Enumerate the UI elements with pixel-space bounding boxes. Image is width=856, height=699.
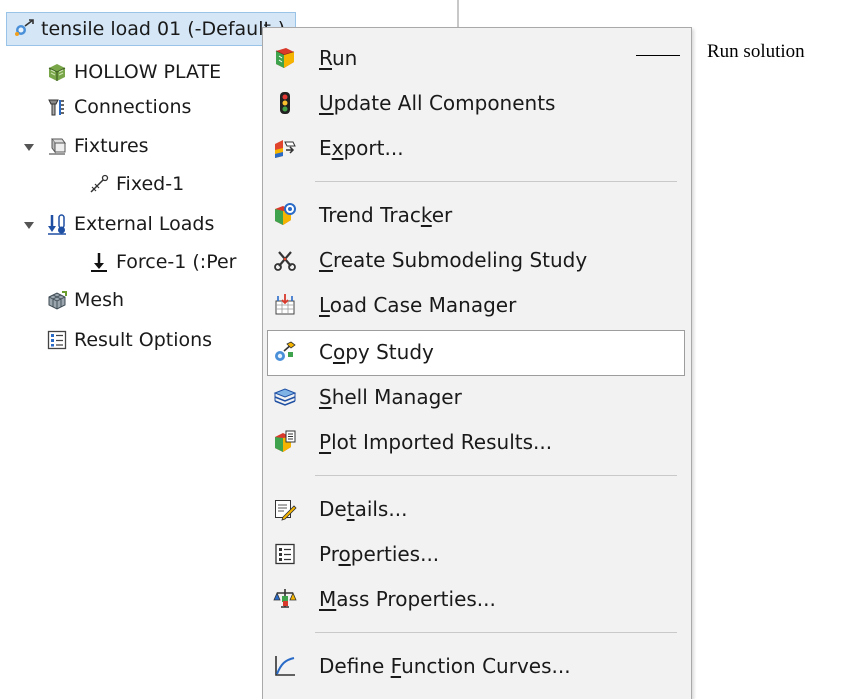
plot-imported-icon — [275, 430, 296, 452]
tree-item-connections[interactable]: Connections — [46, 90, 191, 124]
tree-item-label: tensile load 01 (-Default-) — [41, 18, 286, 40]
menu-item-load-case-manager[interactable]: Load Case Manager — [267, 283, 685, 327]
tree-item-external-loads[interactable]: External Loads — [46, 207, 214, 241]
menu-separator — [315, 475, 677, 476]
copy-study-icon — [275, 341, 296, 361]
menu-item-mass-properties[interactable]: Mass Properties... — [267, 577, 685, 621]
menu-item-label: Load Case Manager — [319, 293, 517, 317]
menu-item-label: Shell Manager — [319, 385, 462, 409]
shell-manager-icon — [273, 388, 297, 406]
menu-item-create-submodeling-study[interactable]: Create Submodeling Study — [267, 238, 685, 282]
callout-line — [636, 55, 680, 56]
menu-item-copy-study[interactable]: Copy Study — [267, 330, 685, 376]
study-icon — [15, 19, 34, 36]
part-icon — [48, 64, 66, 81]
expand-arrow-icon[interactable] — [24, 222, 34, 229]
tree-item-label: Force-1 (:Per — [116, 251, 237, 273]
tree-item-label: External Loads — [74, 213, 215, 235]
menu-item-label: Copy Study — [319, 340, 434, 364]
menu-item-label: Create Submodeling Study — [319, 248, 588, 272]
details-icon — [275, 500, 297, 521]
properties-icon — [275, 543, 295, 565]
traffic-light-icon — [280, 92, 290, 114]
menu-item-label: Update All Components — [319, 91, 556, 115]
tree-item-label: Mesh — [74, 289, 125, 311]
menu-item-export[interactable]: Export... — [267, 126, 685, 170]
tree-item-mesh[interactable]: Mesh — [46, 283, 124, 317]
force-icon — [91, 253, 107, 272]
function-curve-icon — [275, 656, 295, 676]
menu-item-shell-manager[interactable]: Shell Manager — [267, 375, 685, 419]
mass-properties-icon — [273, 589, 297, 608]
expand-arrow-icon[interactable] — [24, 144, 34, 151]
menu-item-details[interactable]: Details... — [267, 487, 685, 531]
tree-item-fixed-1[interactable]: Fixed-1 — [88, 167, 184, 201]
menu-item-label: Details... — [319, 497, 408, 521]
fixed-geometry-icon — [90, 174, 109, 193]
tree-item-part[interactable]: HOLLOW PLATE — [46, 55, 221, 89]
callout-label: Run solution — [707, 41, 805, 62]
menu-item-properties[interactable]: Properties... — [267, 532, 685, 576]
context-menu: Run Update All Components Export... Tren… — [262, 27, 692, 699]
tree-item-force-1[interactable]: Force-1 (:Per — [88, 245, 237, 279]
tree-item-result-options[interactable]: Result Options — [46, 323, 212, 357]
menu-item-label: Trend Tracker — [319, 203, 453, 227]
trend-tracker-icon — [275, 203, 296, 225]
tree-item-label: Connections — [74, 96, 192, 118]
menu-item-run[interactable]: Run — [267, 36, 685, 80]
result-options-icon — [47, 330, 67, 350]
connections-icon — [48, 99, 64, 116]
menu-item-plot-imported-results[interactable]: Plot Imported Results... — [267, 420, 685, 464]
tree-item-label: Result Options — [74, 329, 213, 351]
tree-item-label: HOLLOW PLATE — [74, 61, 222, 83]
menu-item-label: Properties... — [319, 542, 440, 566]
fixtures-icon — [49, 138, 66, 155]
scissors-icon — [274, 251, 296, 271]
export-icon — [275, 140, 296, 158]
menu-item-update-all-components[interactable]: Update All Components — [267, 81, 685, 125]
tree-item-label: Fixed-1 — [116, 173, 185, 195]
load-case-manager-icon — [275, 294, 295, 315]
tree-item-fixtures[interactable]: Fixtures — [46, 129, 149, 163]
menu-item-label: Define Function Curves... — [319, 654, 571, 678]
menu-separator — [315, 632, 677, 633]
mesh-icon — [48, 291, 67, 310]
menu-separator — [315, 181, 677, 182]
menu-item-trend-tracker[interactable]: Trend Tracker — [267, 193, 685, 237]
menu-item-label: Plot Imported Results... — [319, 430, 553, 454]
menu-item-label: Run — [319, 46, 358, 70]
menu-item-label: Export... — [319, 136, 404, 160]
tree-item-label: Fixtures — [74, 135, 149, 157]
panel-divider — [457, 0, 459, 28]
menu-item-define-function-curves[interactable]: Define Function Curves... — [267, 644, 685, 688]
external-loads-icon — [48, 214, 66, 235]
tree-item-study[interactable]: tensile load 01 (-Default-) — [6, 12, 297, 46]
menu-item-label: Mass Properties... — [319, 587, 496, 611]
run-icon — [275, 48, 295, 68]
